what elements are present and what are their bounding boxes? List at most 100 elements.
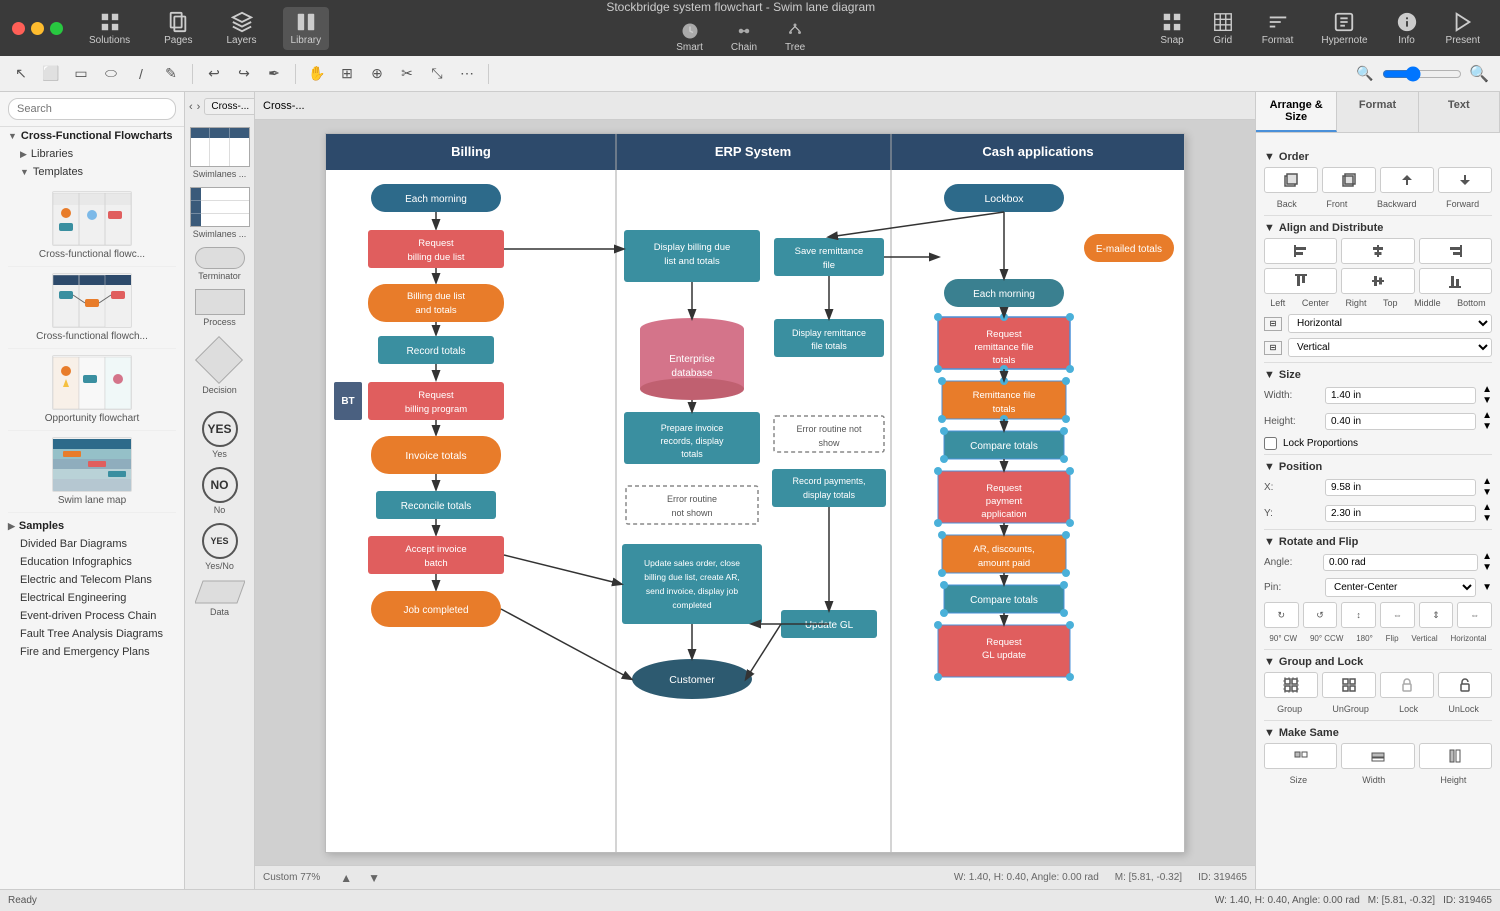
swimlane-selector[interactable]: Cross-... <box>204 98 255 115</box>
align-left-button[interactable] <box>1264 238 1337 264</box>
lock-proportions-checkbox[interactable] <box>1264 437 1277 450</box>
rotate-90ccw-button[interactable]: ↺ <box>1303 602 1338 628</box>
diagram[interactable]: Billing ERP System Cash applications Eac… <box>325 133 1185 853</box>
sidebar-item-electric-telecom[interactable]: Electric and Telecom Plans <box>0 571 184 589</box>
rotate-90cw-button[interactable]: ↻ <box>1264 602 1299 628</box>
zoom-up-btn[interactable]: ▲ <box>340 871 352 885</box>
zoom-out-btn[interactable]: 🔍 <box>1352 61 1378 87</box>
sidebar-item-crossfunctional[interactable]: ▼ Cross-Functional Flowcharts <box>0 127 184 145</box>
present-button[interactable]: Present <box>1438 7 1488 50</box>
angle-input[interactable] <box>1323 554 1478 571</box>
h-align-select[interactable]: Horizontal <box>1288 314 1492 333</box>
maximize-button[interactable] <box>50 22 63 35</box>
search-input[interactable] <box>8 98 176 120</box>
pages-button[interactable]: Pages <box>156 7 200 50</box>
layers-button[interactable]: Layers <box>219 7 265 50</box>
height-input[interactable] <box>1325 413 1476 430</box>
tab-arrange-size[interactable]: Arrange & Size <box>1256 92 1337 132</box>
shape-data[interactable]: Data <box>195 579 245 617</box>
unlock-button[interactable] <box>1438 672 1492 698</box>
sidebar-item-libraries[interactable]: ▶ Libraries <box>0 145 184 163</box>
format-button[interactable]: Format <box>1254 7 1302 50</box>
sidebar-item-fire[interactable]: Fire and Emergency Plans <box>0 643 184 661</box>
template-item[interactable]: Cross-functional flowc... <box>8 185 176 267</box>
tree-button[interactable]: Tree <box>777 18 813 57</box>
shape-swimlane2[interactable]: Swimlanes ... <box>190 187 250 239</box>
sidebar-item-fault-tree[interactable]: Fault Tree Analysis Diagrams <box>0 625 184 643</box>
sidebar-item-templates[interactable]: ▼ Templates <box>0 163 184 181</box>
hypernote-button[interactable]: Hypernote <box>1313 7 1375 50</box>
line-tool[interactable]: / <box>128 61 154 87</box>
align-bottom-button[interactable] <box>1419 268 1492 294</box>
zoom-slider[interactable] <box>1382 66 1462 82</box>
front-button[interactable] <box>1322 167 1376 193</box>
height-stepper[interactable]: ▲ ▼ <box>1482 411 1492 432</box>
undo-tool[interactable]: ↩ <box>201 61 227 87</box>
y-stepper[interactable]: ▲ ▼ <box>1482 503 1492 524</box>
nav-back[interactable]: ‹ <box>189 101 193 113</box>
zoom-down-btn[interactable]: ▼ <box>368 871 380 885</box>
shape-swimlane1[interactable]: Swimlanes ... <box>190 127 250 179</box>
nav-forward[interactable]: › <box>197 101 201 113</box>
more-tool[interactable]: ⋯ <box>454 61 480 87</box>
chain-button[interactable]: Chain <box>723 18 765 57</box>
minimize-button[interactable] <box>31 22 44 35</box>
align-top-button[interactable] <box>1264 268 1337 294</box>
make-same-width-button[interactable] <box>1341 743 1414 769</box>
solutions-button[interactable]: Solutions <box>81 7 138 50</box>
sidebar-item-divided-bar[interactable]: Divided Bar Diagrams <box>0 535 184 553</box>
shape-no[interactable]: NO No <box>202 467 238 515</box>
canvas-content[interactable]: Billing ERP System Cash applications Eac… <box>255 120 1255 865</box>
align-right-button[interactable] <box>1419 238 1492 264</box>
zoom-in-btn[interactable]: 🔍 <box>1466 61 1492 87</box>
template-item[interactable]: Swim lane map <box>8 431 176 513</box>
lock-button[interactable] <box>1380 672 1434 698</box>
width-input[interactable] <box>1325 387 1476 404</box>
x-stepper[interactable]: ▲ ▼ <box>1482 477 1492 498</box>
shape-yesno[interactable]: YES Yes/No <box>202 523 238 571</box>
x-input[interactable] <box>1325 479 1476 496</box>
shape-yes[interactable]: YES Yes <box>202 411 238 459</box>
shape-terminator[interactable]: Terminator <box>195 247 245 281</box>
sidebar-item-electrical[interactable]: Electrical Engineering <box>0 589 184 607</box>
rotate-180-button[interactable]: ↕ <box>1341 602 1376 628</box>
connect-tool[interactable]: ⊕ <box>364 61 390 87</box>
crop-tool[interactable]: ✂ <box>394 61 420 87</box>
flip-button[interactable]: ⇔ <box>1380 602 1415 628</box>
shape-decision[interactable]: Decision <box>202 343 237 395</box>
select-box-tool[interactable]: ⬜ <box>38 61 64 87</box>
sidebar-item-education[interactable]: Education Infographics <box>0 553 184 571</box>
make-same-height-button[interactable] <box>1419 743 1492 769</box>
template-item[interactable]: Opportunity flowchart <box>8 349 176 431</box>
rect-tool[interactable]: ▭ <box>68 61 94 87</box>
close-button[interactable] <box>12 22 25 35</box>
v-align-select[interactable]: Vertical <box>1288 338 1492 357</box>
smart-button[interactable]: Smart <box>668 18 711 57</box>
align-middle-button[interactable] <box>1341 268 1414 294</box>
hand-tool[interactable]: ✋ <box>304 61 330 87</box>
flip-vertical-button[interactable]: ⇕ <box>1419 602 1454 628</box>
pen-tool[interactable]: ✎ <box>158 61 184 87</box>
make-same-size-button[interactable] <box>1264 743 1337 769</box>
back-button[interactable] <box>1264 167 1318 193</box>
transform-tool[interactable]: ⤡ <box>424 61 450 87</box>
align-center-button[interactable] <box>1341 238 1414 264</box>
tab-text[interactable]: Text <box>1419 92 1500 132</box>
sidebar-item-event-driven[interactable]: Event-driven Process Chain <box>0 607 184 625</box>
forward-button[interactable] <box>1438 167 1492 193</box>
ellipse-tool[interactable]: ⬭ <box>98 61 124 87</box>
pin-select[interactable]: Center-Center <box>1325 578 1476 597</box>
template-item[interactable]: Cross-functional flowch... <box>8 267 176 349</box>
snap-button[interactable]: Snap <box>1152 7 1191 50</box>
ungroup-button[interactable] <box>1322 672 1376 698</box>
select-tool[interactable]: ↖ <box>8 61 34 87</box>
sidebar-item-samples[interactable]: ▶ Samples <box>0 517 184 535</box>
select2-tool[interactable]: ⊞ <box>334 61 360 87</box>
backward-button[interactable] <box>1380 167 1434 193</box>
shape-process[interactable]: Process <box>195 289 245 327</box>
group-button[interactable] <box>1264 672 1318 698</box>
y-input[interactable] <box>1325 505 1476 522</box>
library-button[interactable]: Library <box>283 7 330 50</box>
angle-stepper[interactable]: ▲ ▼ <box>1482 552 1492 573</box>
info-button[interactable]: Info <box>1388 7 1426 50</box>
